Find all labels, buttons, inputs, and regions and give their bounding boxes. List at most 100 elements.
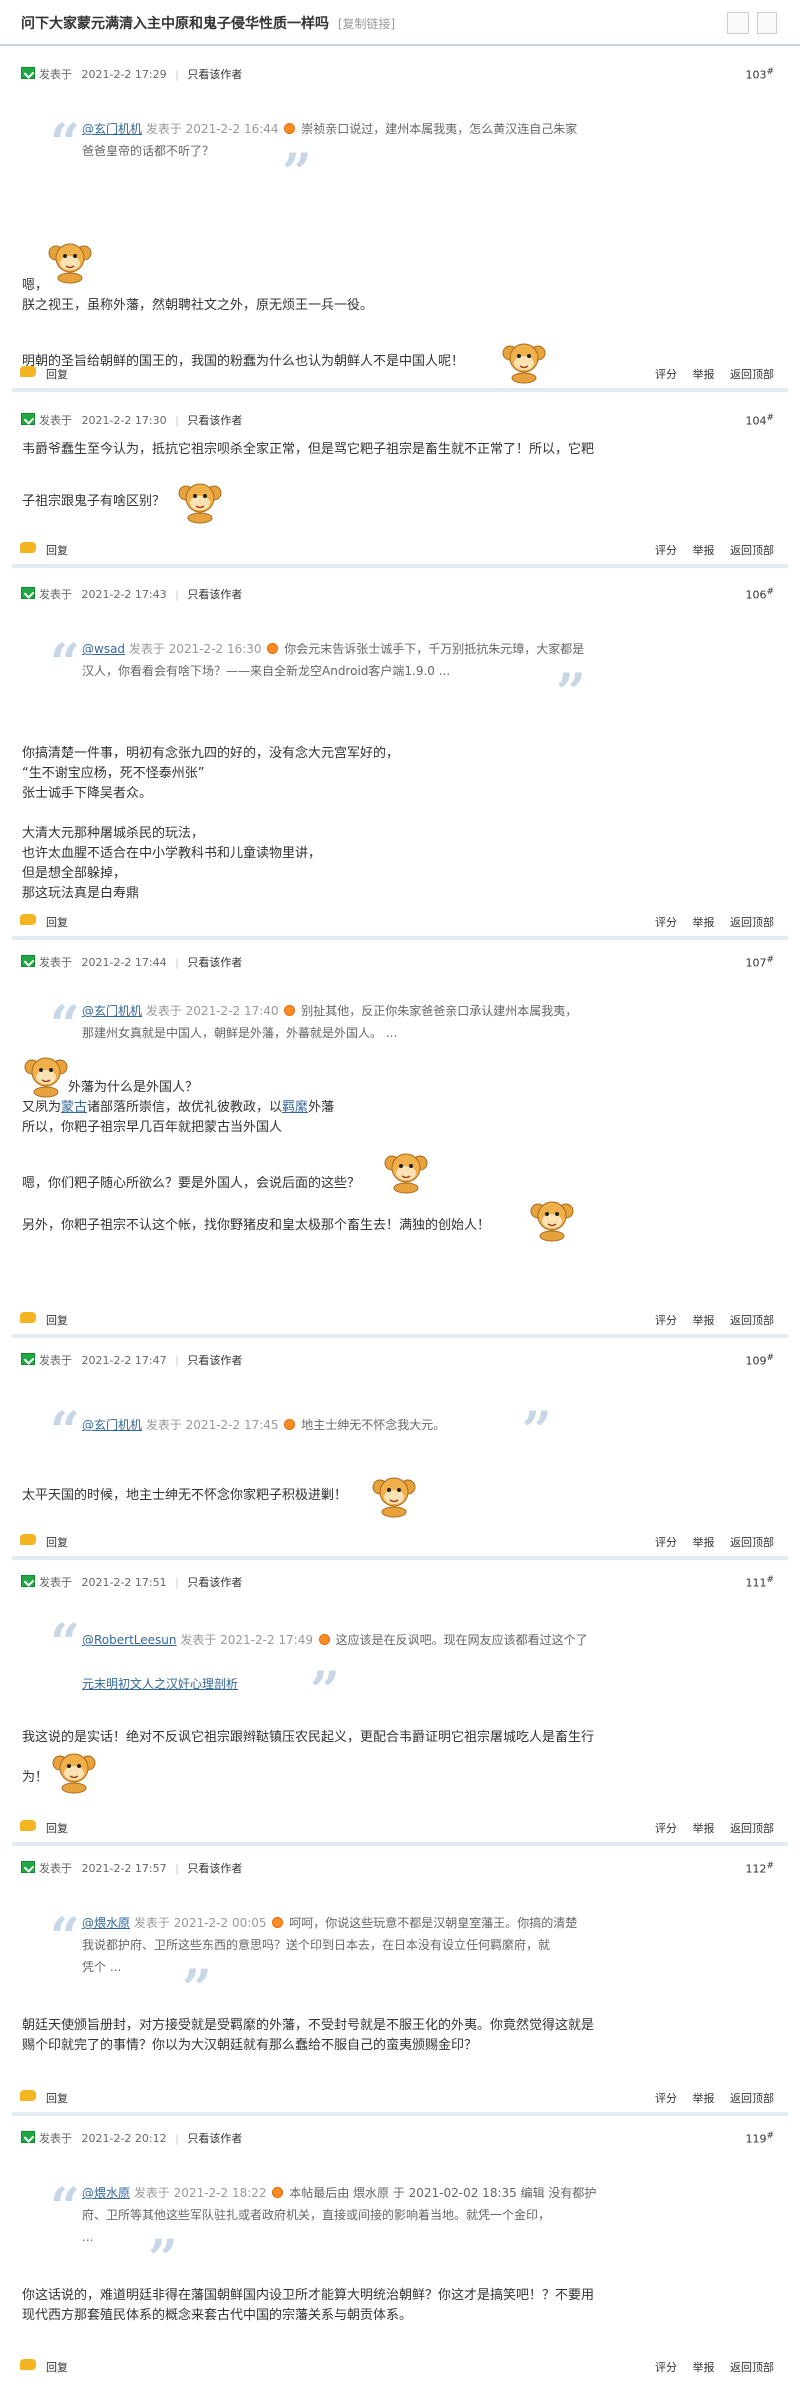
reply-button[interactable]: 回复 xyxy=(46,366,68,382)
quote-jump-icon[interactable] xyxy=(284,1005,296,1016)
back-top-button[interactable]: 返回顶部 xyxy=(730,1536,774,1549)
post-line: 嗯，你们粑子随心所欲么？要是外国人，会说后面的这些？ xyxy=(22,1176,361,1191)
post-line: 为！ xyxy=(22,1770,49,1785)
post-103: 发表于 2021-2-2 17:29 | 只看该作者 103# “ @玄门机机 … xyxy=(12,52,788,392)
reply-button[interactable]: 回复 xyxy=(46,1534,68,1550)
reply-button[interactable]: 回复 xyxy=(46,1820,68,1836)
quote-user-link[interactable]: @玄门机机 xyxy=(82,1004,142,1018)
quote-user-link[interactable]: @玄门机机 xyxy=(82,122,142,136)
back-top-button[interactable]: 返回顶部 xyxy=(730,916,774,929)
quote-article-link[interactable]: 元末明初文人之汉奸心理剖析 xyxy=(82,1677,238,1691)
quote-open-icon: “ xyxy=(50,1401,80,1462)
floor-number[interactable]: 107# xyxy=(745,955,774,970)
quote-date: 发表于 2021-2-2 17:45 xyxy=(145,1418,279,1432)
floor-number[interactable]: 103# xyxy=(745,67,774,82)
report-button[interactable]: 举报 xyxy=(693,544,715,557)
report-button[interactable]: 举报 xyxy=(693,2092,715,2105)
only-author-link[interactable]: 只看该作者 xyxy=(187,68,242,81)
post-line: 嗯， xyxy=(22,278,49,293)
quote-line-1: 崇祯亲口说过，建州本属我夷，怎么黄汉连自己朱家 xyxy=(301,122,578,136)
thread-header: 问下大家蒙元满清入主中原和鬼子侵华性质一样吗 [复制链接] xyxy=(0,0,800,46)
post-header: 发表于 2021-2-2 17:29 | 只看该作者 103# xyxy=(12,52,788,90)
report-button[interactable]: 举报 xyxy=(693,1314,715,1327)
only-author-link[interactable]: 只看该作者 xyxy=(187,1862,242,1875)
quote-user-link[interactable]: @RobertLeesun xyxy=(82,1633,176,1647)
posted-at-label: 发表于 xyxy=(39,1862,72,1875)
post-line: 另外，你粑子祖宗不认这个帐，找你野猪皮和皇太极那个畜生去！满独的创始人！ xyxy=(22,1218,491,1233)
floor-number[interactable]: 106# xyxy=(745,587,774,602)
report-button[interactable]: 举报 xyxy=(693,368,715,381)
rate-button[interactable]: 评分 xyxy=(655,916,677,929)
rate-button[interactable]: 评分 xyxy=(655,368,677,381)
only-author-link[interactable]: 只看该作者 xyxy=(187,956,242,969)
back-top-button[interactable]: 返回顶部 xyxy=(730,368,774,381)
floor-number[interactable]: 104# xyxy=(745,413,774,428)
post-line: 我这说的是实话！绝对不反讽它祖宗跟辫鞑镇压农民起义，更配合韦爵证明它祖宗屠城吃人… xyxy=(22,1730,595,1745)
jimi-link[interactable]: 羁縻 xyxy=(282,1100,308,1115)
post-check-icon xyxy=(21,2131,35,2143)
back-top-button[interactable]: 返回顶部 xyxy=(730,1822,774,1835)
mongol-link[interactable]: 蒙古 xyxy=(61,1100,87,1115)
only-author-link[interactable]: 只看该作者 xyxy=(187,2132,242,2145)
quote-jump-icon[interactable] xyxy=(272,2187,284,2198)
post-footer: 回复 评分 举报 返回顶部 xyxy=(12,2082,788,2112)
quote-jump-icon[interactable] xyxy=(272,1917,284,1928)
post-footer: 回复 评分 举报 返回顶部 xyxy=(12,1526,788,1556)
reply-button[interactable]: 回复 xyxy=(46,2090,68,2106)
header-checkbox[interactable] xyxy=(727,12,749,34)
post-check-icon xyxy=(21,1575,35,1587)
post-meta: 发表于 2021-2-2 17:51 | 只看该作者 xyxy=(39,1576,243,1589)
reply-button[interactable]: 回复 xyxy=(46,542,68,558)
reply-button[interactable]: 回复 xyxy=(46,1312,68,1328)
post-106: 发表于 2021-2-2 17:43 | 只看该作者 106# “ @wsad … xyxy=(12,572,788,940)
reply-button[interactable]: 回复 xyxy=(46,914,68,930)
quote-user-link[interactable]: @煨水原 xyxy=(82,1916,130,1930)
quote-date: 发表于 2021-2-2 00:05 xyxy=(133,1916,267,1930)
post-check-icon xyxy=(21,955,35,967)
post-line: 你这话说的，难道明廷非得在藩国朝鲜国内设卫所才能算大明统治朝鲜？你这才是搞笑吧！… xyxy=(22,2288,595,2303)
quote-user-link[interactable]: @wsad xyxy=(82,642,125,656)
quote-jump-icon[interactable] xyxy=(284,1419,296,1430)
rate-button[interactable]: 评分 xyxy=(655,2361,677,2374)
post-check-icon xyxy=(21,587,35,599)
floor-number[interactable]: 111# xyxy=(745,1575,774,1590)
back-top-button[interactable]: 返回顶部 xyxy=(730,544,774,557)
back-top-button[interactable]: 返回顶部 xyxy=(730,1314,774,1327)
rate-button[interactable]: 评分 xyxy=(655,2092,677,2105)
report-button[interactable]: 举报 xyxy=(693,916,715,929)
header-toggle-button[interactable] xyxy=(757,12,777,34)
rate-button[interactable]: 评分 xyxy=(655,1536,677,1549)
rate-button[interactable]: 评分 xyxy=(655,1314,677,1327)
quote-user-link[interactable]: @玄门机机 xyxy=(82,1418,142,1432)
reply-icon xyxy=(20,1312,36,1323)
quote-line-1: 本帖最后由 煨水原 于 2021-02-02 18:35 编辑 没有都护 xyxy=(289,2186,597,2200)
quote-user-link[interactable]: @煨水原 xyxy=(82,2186,130,2200)
monkey-emoji-icon xyxy=(366,1472,422,1518)
reply-button[interactable]: 回复 xyxy=(46,2359,68,2375)
copy-link-button[interactable]: [复制链接] xyxy=(338,17,395,31)
post-119: 发表于 2021-2-2 20:12 | 只看该作者 119# “ @煨水原 发… xyxy=(12,2116,788,2381)
rate-button[interactable]: 评分 xyxy=(655,1822,677,1835)
post-line: 那这玩法真是白寿鼎 xyxy=(22,886,140,901)
only-author-link[interactable]: 只看该作者 xyxy=(187,414,242,427)
only-author-link[interactable]: 只看该作者 xyxy=(187,1354,242,1367)
quote-date: 发表于 2021-2-2 16:44 xyxy=(145,122,279,136)
floor-number[interactable]: 109# xyxy=(745,1353,774,1368)
floor-number[interactable]: 112# xyxy=(745,1861,774,1876)
post-line: 你搞清楚一件事，明初有念张九四的好的，没有念大元宫军好的， xyxy=(22,746,400,761)
only-author-link[interactable]: 只看该作者 xyxy=(187,588,242,601)
rate-button[interactable]: 评分 xyxy=(655,544,677,557)
report-button[interactable]: 举报 xyxy=(693,2361,715,2374)
report-button[interactable]: 举报 xyxy=(693,1536,715,1549)
back-top-button[interactable]: 返回顶部 xyxy=(730,2092,774,2105)
quote-jump-icon[interactable] xyxy=(318,1634,330,1645)
post-check-icon xyxy=(21,1353,35,1365)
quote-jump-icon[interactable] xyxy=(267,643,279,654)
only-author-link[interactable]: 只看该作者 xyxy=(187,1576,242,1589)
quote-block: “ @玄门机机 发表于 2021-2-2 16:44 崇祯亲口说过，建州本属我夷… xyxy=(36,113,666,200)
quote-jump-icon[interactable] xyxy=(284,123,296,134)
report-button[interactable]: 举报 xyxy=(693,1822,715,1835)
quote-open-icon: “ xyxy=(50,113,80,174)
floor-number[interactable]: 119# xyxy=(745,2131,774,2146)
back-top-button[interactable]: 返回顶部 xyxy=(730,2361,774,2374)
